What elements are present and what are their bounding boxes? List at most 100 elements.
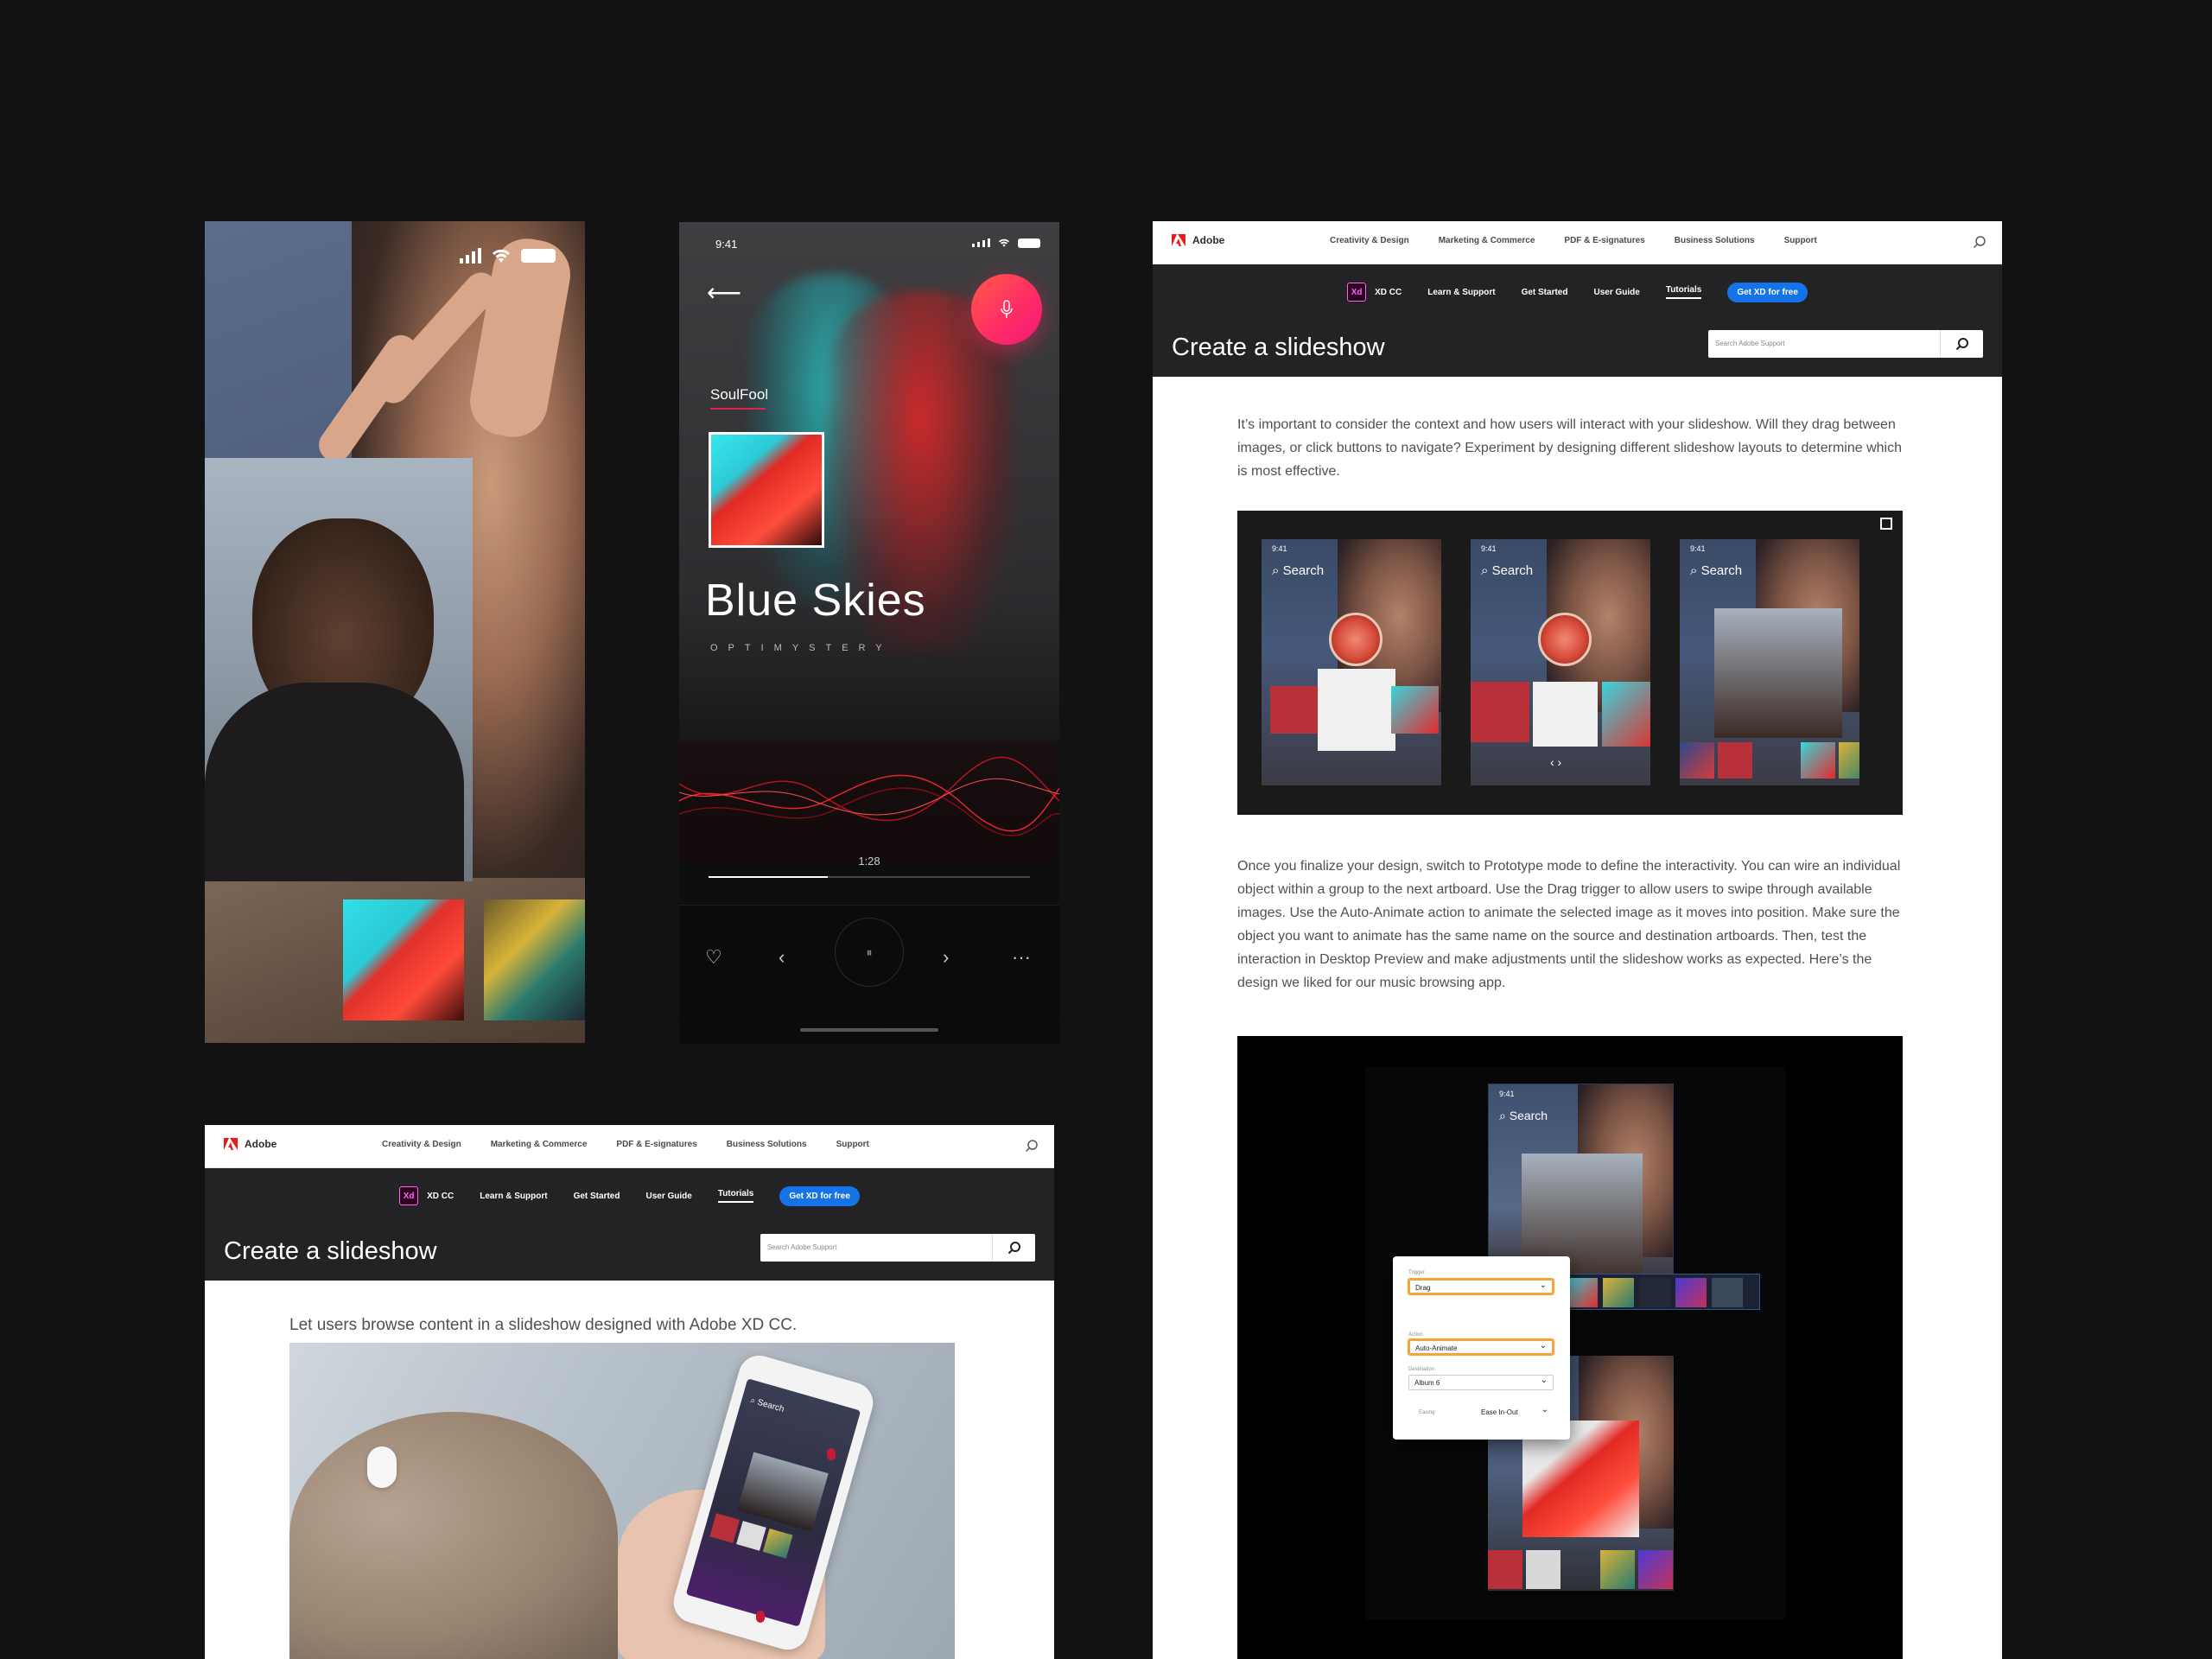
search-placeholder: Search Adobe Support [767,1243,837,1251]
subnav-learn-support[interactable]: Learn & Support [1427,288,1495,297]
screen-thumb [709,1513,740,1543]
album-cover[interactable] [709,432,824,548]
tutorial-page: Adobe Creativity & Design Marketing & Co… [1153,221,2002,1659]
more-icon[interactable]: ··· [1012,946,1031,969]
easing-select[interactable]: Ease In-Out [1476,1405,1554,1421]
arrow-nav-icons[interactable]: ‹ › [1550,755,1561,769]
global-nav: Adobe Creativity & Design Marketing & Co… [205,1125,1054,1168]
support-search-input[interactable]: Search Adobe Support [760,1234,1035,1262]
xd-product-badge[interactable]: Xd XD CC [399,1186,454,1205]
xd-product-badge[interactable]: Xd XD CC [1347,283,1402,302]
back-arrow-icon[interactable]: ⟵ [707,278,741,307]
tile-white [1318,669,1395,751]
get-xd-button[interactable]: Get XD for free [779,1185,860,1206]
playback-time: 1:28 [858,855,880,868]
home-indicator [800,1028,938,1032]
nav-item-marketing[interactable]: Marketing & Commerce [491,1140,588,1149]
nav-item-business[interactable]: Business Solutions [727,1140,807,1149]
strip-thumb[interactable] [1718,742,1752,779]
nav-item-creativity[interactable]: Creativity & Design [382,1140,461,1149]
prototype-mode-image: 9:41 ⌕ Search Trigger Drag Action Auto-A… [1237,1036,1903,1659]
collage-phone-screen [205,221,585,1043]
get-xd-button[interactable]: Get XD for free [1727,282,1808,302]
song-title: Blue Skies [705,575,926,626]
artist-underline [710,408,766,410]
strip-thumb[interactable] [1839,742,1859,779]
nav-item-marketing[interactable]: Marketing & Commerce [1439,236,1535,245]
strip-thumb[interactable] [1680,742,1714,779]
search-icon [1955,338,1968,351]
action-label: Action [1408,1332,1423,1338]
subnav-tutorials[interactable]: Tutorials [717,1189,754,1203]
strip-thumb [1638,1550,1673,1589]
nav-item-support[interactable]: Support [1784,236,1817,245]
signal-icon [972,238,990,247]
pause-button[interactable]: ⏸ [835,918,904,987]
layout-mockup-3: 9:41 ⌕ Search [1680,539,1859,785]
destination-select[interactable]: Album 6 [1408,1375,1554,1390]
product-name: XD CC [427,1191,454,1201]
prototype-paragraph: Once you finalize your design, switch to… [1237,859,1901,990]
action-select[interactable]: Auto-Animate [1408,1339,1554,1355]
adobe-logo[interactable]: Adobe [224,1138,276,1150]
intro-text: Let users browse content in a slideshow … [289,1316,798,1334]
thumbnail-red-hair[interactable] [343,899,464,1020]
phone-search-label: Search [756,1397,785,1414]
nav-item-pdf[interactable]: PDF & E-signatures [1564,236,1644,245]
nav-item-pdf[interactable]: PDF & E-signatures [616,1140,696,1149]
previous-icon[interactable]: ‹ [779,946,785,969]
progress-fill [709,876,828,878]
layout-mockup-1: 9:41 ⌕ Search [1262,539,1441,785]
strip-thumb [1488,1550,1522,1589]
artboard-time: 9:41 [1499,1090,1515,1098]
heart-icon[interactable]: ♡ [705,946,722,969]
artist-name[interactable]: SoulFool [710,386,768,404]
nav-item-support[interactable]: Support [836,1140,869,1149]
subnav-get-started[interactable]: Get Started [1522,288,1568,297]
trigger-select[interactable]: Drag [1408,1279,1554,1294]
destination-label: Destination [1408,1367,1435,1372]
subnav-get-started[interactable]: Get Started [574,1192,620,1201]
mockup-search-label: Search [1282,563,1325,578]
layout-mockup-2: 9:41 ⌕ Search ‹ › [1471,539,1650,785]
strip-thumb[interactable] [1801,742,1835,779]
subnav-learn-support[interactable]: Learn & Support [480,1192,547,1201]
search-submit-button[interactable] [992,1234,1035,1262]
adobe-logo[interactable]: Adobe [1172,234,1224,246]
album-name: OPTIMYSTERY [710,643,893,653]
slideshow-layouts-image: 9:41 ⌕ Search 9:41 ⌕ Search ‹ › 9:41 ⌕ S… [1237,511,1903,815]
search-submit-button[interactable] [1940,330,1983,358]
search-icon[interactable] [1973,235,1986,249]
mockup-search[interactable]: ⌕ Search [1272,563,1324,578]
interaction-panel: Trigger Drag Action Auto-Animate Destina… [1393,1256,1570,1440]
subnav-tutorials[interactable]: Tutorials [1665,285,1702,299]
mockup-search[interactable]: ⌕ Search [1690,563,1742,578]
nav-item-creativity[interactable]: Creativity & Design [1330,236,1409,245]
nav-item-business[interactable]: Business Solutions [1675,236,1755,245]
search-icon [1007,1242,1020,1255]
thumbnail-gold-art[interactable] [484,899,585,1020]
phone-search: ⌕ Search [749,1395,785,1414]
page-title: Create a slideshow [1172,334,1385,361]
global-nav: Adobe Creativity & Design Marketing & Co… [1153,221,2002,264]
intro-paragraph: It’s important to consider the context a… [1237,417,1903,479]
microphone-button[interactable] [971,274,1042,345]
mockup-search[interactable]: ⌕ Search [1481,563,1533,578]
product-nav: Xd XD CC Learn & Support Get Started Use… [205,1168,1054,1224]
expand-icon[interactable] [1880,518,1892,530]
wifi-icon [998,238,1010,247]
music-player-screen: 9:41 ⟵ SoulFool Blue Skies OPTIMYSTERY 1… [679,222,1059,1044]
next-icon[interactable]: › [943,946,949,969]
artboard-search-label: Search [1509,1109,1548,1122]
support-search-input[interactable]: Search Adobe Support [1708,330,1983,358]
artboard-search: ⌕ Search [1499,1109,1548,1122]
waveform-visualizer [679,741,1059,861]
mockup-time: 9:41 [1481,544,1497,553]
screen-image [736,1452,829,1532]
intro-page: Adobe Creativity & Design Marketing & Co… [205,1125,1054,1659]
search-icon[interactable] [1025,1139,1039,1153]
subnav-user-guide[interactable]: User Guide [645,1192,691,1201]
subnav-user-guide[interactable]: User Guide [1593,288,1639,297]
status-icons [972,238,1040,248]
tile-man [1714,608,1842,738]
